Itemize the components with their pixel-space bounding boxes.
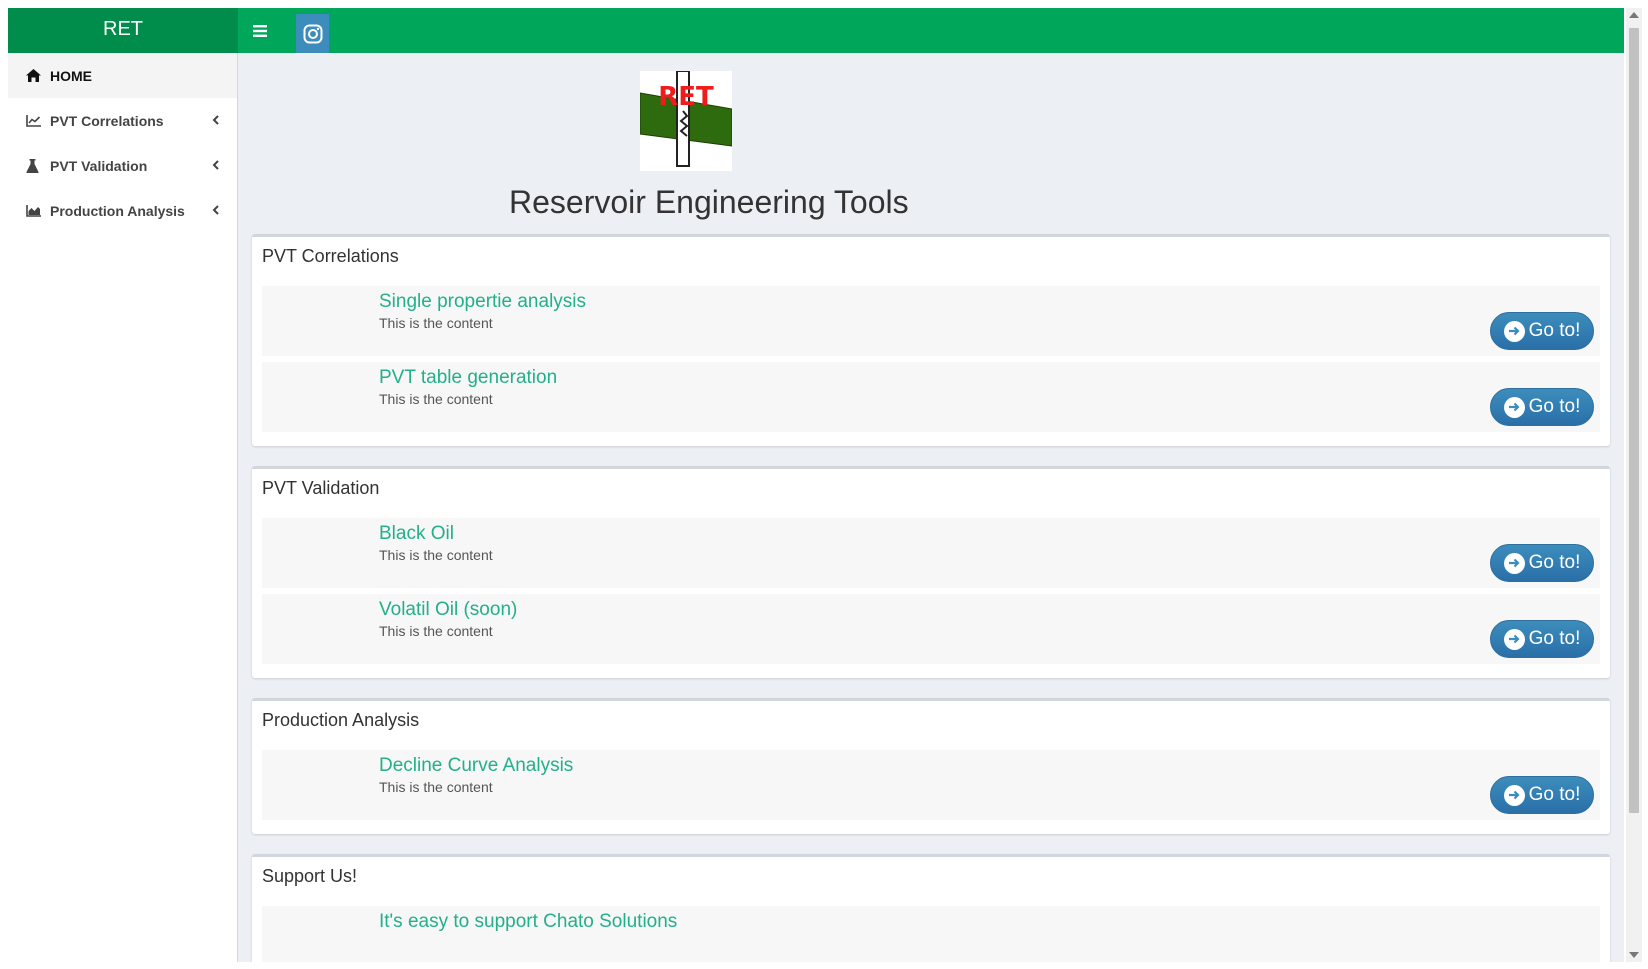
arrow-circle-right-icon (1503, 396, 1525, 418)
item-title[interactable]: Decline Curve Analysis (379, 755, 573, 777)
go-to-label: Go to! (1528, 784, 1581, 805)
top-navbar: RET (8, 8, 1624, 53)
item-title[interactable]: Single propertie analysis (379, 291, 586, 313)
sidebar-item-label: Production Analysis (50, 202, 185, 219)
go-to-button[interactable]: Go to! (1490, 620, 1594, 658)
item-description: This is the content (379, 391, 493, 407)
ret-logo: RET (639, 70, 733, 171)
item-description: This is the content (379, 779, 493, 795)
list-item-volatil-oil: Volatil Oil (soon) This is the content G… (262, 594, 1600, 664)
list-item-pvt-table-generation: PVT table generation This is the content… (262, 362, 1600, 432)
list-item-single-propertie-analysis: Single propertie analysis This is the co… (262, 286, 1600, 356)
item-description: This is the content (379, 315, 493, 331)
sidebar-item-production-analysis[interactable]: Production Analysis (8, 188, 237, 233)
chevron-left-icon (212, 202, 219, 218)
sidebar-toggle-button[interactable] (246, 17, 274, 45)
section-title: PVT Validation (262, 478, 380, 498)
home-icon (26, 68, 46, 84)
go-to-button[interactable]: Go to! (1490, 776, 1594, 814)
sidebar-item-pvt-correlations[interactable]: PVT Correlations (8, 98, 237, 143)
chevron-left-icon (212, 157, 219, 173)
go-to-button[interactable]: Go to! (1490, 312, 1594, 350)
list-item-black-oil: Black Oil This is the content Go to! (262, 518, 1600, 588)
section-production-analysis: Production Analysis Decline Curve Analys… (252, 698, 1610, 834)
svg-text:RET: RET (658, 82, 714, 112)
sidebar-item-label: PVT Correlations (50, 112, 164, 129)
list-item-support: It's easy to support Chato Solutions (262, 906, 1600, 962)
item-title[interactable]: Volatil Oil (soon) (379, 599, 517, 621)
instagram-icon (303, 24, 322, 43)
arrow-circle-right-icon (1503, 784, 1525, 806)
go-to-label: Go to! (1528, 628, 1581, 649)
section-support-us: Support Us! It's easy to support Chato S… (252, 854, 1610, 962)
sidebar-item-label: HOME (50, 67, 92, 84)
section-pvt-correlations: PVT Correlations Single propertie analys… (252, 234, 1610, 446)
area-chart-icon (26, 203, 46, 219)
sidebar: HOME PVT Correlations PVT Validation Pro… (8, 53, 238, 962)
item-title[interactable]: Black Oil (379, 523, 454, 545)
flask-icon (26, 158, 46, 174)
sidebar-item-label: PVT Validation (50, 157, 148, 174)
scrollbar-thumb[interactable] (1629, 28, 1639, 813)
arrow-circle-right-icon (1503, 628, 1525, 650)
list-item-decline-curve-analysis: Decline Curve Analysis This is the conte… (262, 750, 1600, 820)
arrow-circle-right-icon (1503, 552, 1525, 574)
scroll-down-arrow-icon[interactable] (1629, 952, 1639, 958)
sidebar-item-home[interactable]: HOME (8, 53, 237, 98)
section-title: Production Analysis (262, 710, 420, 730)
go-to-button[interactable]: Go to! (1490, 544, 1594, 582)
item-title[interactable]: It's easy to support Chato Solutions (379, 911, 677, 933)
brand-logo[interactable]: RET (8, 8, 238, 53)
section-pvt-validation: PVT Validation Black Oil This is the con… (252, 466, 1610, 678)
page-title-text: Reservoir Engineering Tools (509, 184, 909, 220)
main-content: RET Reservoir Engineering Tools PVT Corr… (238, 53, 1624, 962)
instagram-button[interactable] (296, 14, 329, 53)
go-to-button[interactable]: Go to! (1490, 388, 1594, 426)
scroll-up-arrow-icon[interactable] (1629, 12, 1639, 18)
arrow-circle-right-icon (1503, 320, 1525, 342)
item-description: This is the content (379, 623, 493, 639)
app-window: RET HOME PVT Correlations PVT Validation… (8, 8, 1624, 962)
item-description: This is the content (379, 547, 493, 563)
chevron-left-icon (212, 112, 219, 128)
go-to-label: Go to! (1528, 396, 1581, 417)
section-title: Support Us! (262, 866, 358, 886)
line-chart-icon (26, 113, 46, 129)
item-title[interactable]: PVT table generation (379, 367, 557, 389)
sidebar-item-pvt-validation[interactable]: PVT Validation (8, 143, 237, 188)
go-to-label: Go to! (1528, 552, 1581, 573)
hamburger-icon (253, 25, 267, 37)
vertical-scrollbar[interactable] (1626, 8, 1642, 962)
section-title: PVT Correlations (262, 246, 399, 266)
go-to-label: Go to! (1528, 320, 1581, 341)
